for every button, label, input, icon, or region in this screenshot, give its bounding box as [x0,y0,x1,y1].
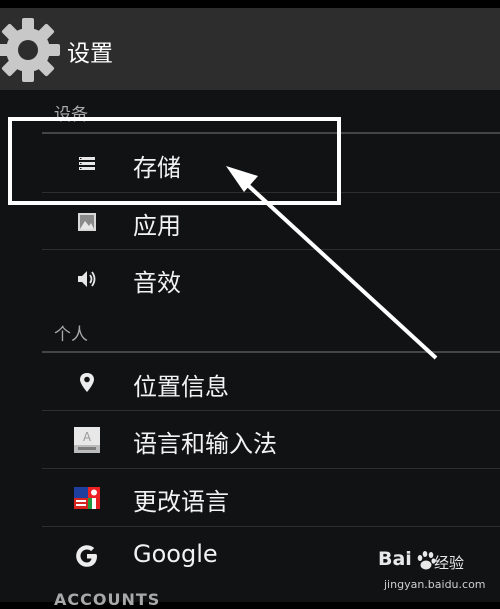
watermark: Bai 经验 jingyan.baidu.com [378,548,496,598]
sound-icon [78,271,96,287]
keyboard-icon: A [74,427,100,453]
google-icon [76,545,97,567]
paw-icon [417,551,436,570]
watermark-jingyan: 经验 [434,554,465,572]
item-label: Google [133,540,218,568]
section-header-personal: 个人 [54,325,88,345]
watermark-url: jingyan.baidu.com [384,578,486,591]
section-header-accounts: ACCOUNTS [54,590,161,609]
settings-item-change-language[interactable]: 更改语言 [0,469,500,525]
location-icon [80,373,94,392]
settings-item-location[interactable]: 位置信息 [0,354,500,410]
action-bar: 设置 [0,8,500,90]
settings-item-language-input[interactable]: A 语言和输入法 [0,411,500,467]
status-bar [0,0,500,8]
settings-gear-icon[interactable] [0,14,64,86]
watermark-brand: Bai [378,548,412,570]
item-label: 更改语言 [133,488,229,516]
flag-icon [74,487,100,509]
highlight-box [8,117,341,205]
apps-icon [78,213,96,231]
svg-text:A: A [83,430,92,444]
item-label: 音效 [133,269,181,297]
item-label: 位置信息 [133,373,229,401]
page-title: 设置 [67,41,113,67]
item-label: 应用 [133,212,181,240]
section-divider [42,351,500,353]
settings-item-sound[interactable]: 音效 [0,250,500,306]
item-label: 语言和输入法 [133,430,277,458]
